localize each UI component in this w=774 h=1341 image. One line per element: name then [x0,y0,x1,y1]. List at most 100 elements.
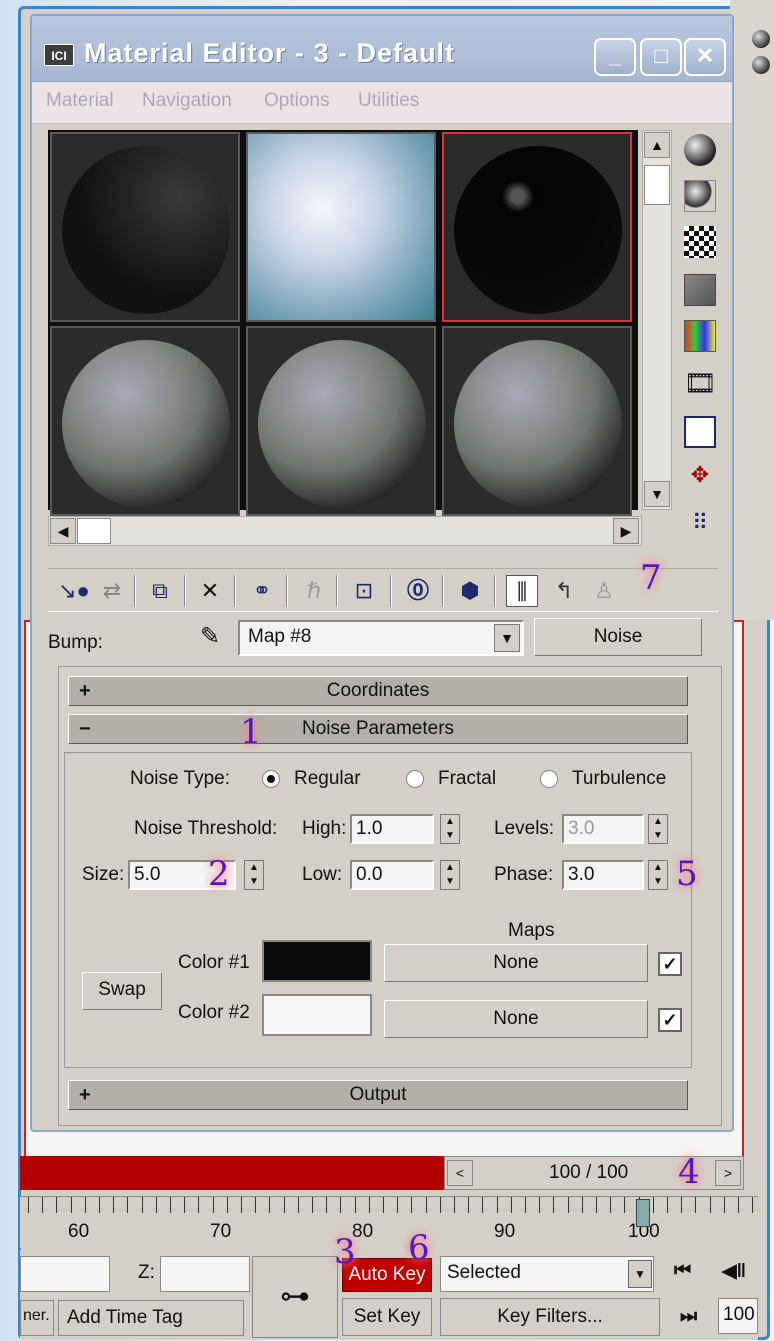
go-to-parent-icon[interactable]: ↰ [548,575,580,607]
frame-display: 100 / 100 [549,1162,629,1183]
add-time-tag-button[interactable]: Add Time Tag [58,1300,244,1336]
scroll-right-icon[interactable]: ▶ [613,518,639,544]
key-icon[interactable]: ⊶ [252,1256,338,1338]
coordinate-field[interactable] [20,1256,110,1292]
scroll-thumb[interactable] [77,518,111,544]
chevron-down-icon[interactable]: ▼ [494,624,520,652]
reset-map-icon[interactable]: ✕ [194,575,226,607]
title-bar[interactable]: ICI Material Editor - 3 - Default _ □ ✕ [32,16,732,82]
close-button[interactable]: ✕ [684,38,726,76]
minimize-button[interactable]: _ [594,38,636,76]
sample-slot-2[interactable] [246,132,436,322]
put-to-library-icon[interactable]: ℏ [298,575,330,607]
sample-type-sphere-icon[interactable] [684,134,716,166]
sample-slot-3-active[interactable] [442,132,632,322]
levels-spinner[interactable]: ▲ ▼ [648,814,668,844]
go-to-start-icon[interactable]: ⏮ [674,1260,691,1282]
effects-channel-icon[interactable]: ⓪ [402,575,434,607]
rollout-coordinates[interactable]: + Coordinates [68,676,688,706]
right-panel-strip [730,0,774,620]
previous-key-icon[interactable]: ◀ǁ [722,1260,746,1283]
ruler-tick [127,1197,129,1213]
high-spinner[interactable]: ▲ ▼ [440,814,460,844]
current-frame-field[interactable]: 100 [718,1298,758,1334]
background-checker-icon[interactable] [684,226,716,258]
phase-input[interactable]: 3.0 [562,860,644,890]
noise-type-fractal-radio[interactable] [406,770,424,788]
annotation-4: 4 [678,1152,700,1192]
sphere-icon[interactable] [752,56,770,74]
material-map-navigator-icon[interactable]: ⠿ [684,510,716,542]
make-unique-icon[interactable]: ⚭ [246,575,278,607]
slots-horizontal-scrollbar[interactable]: ◀ ▶ [48,516,642,546]
menu-material[interactable]: Material [46,90,114,112]
slots-vertical-scrollbar[interactable]: ▲ ▼ [642,130,672,510]
color1-map-checkbox[interactable]: ✓ [658,952,682,976]
map-type-button[interactable]: Noise [534,618,702,656]
chevron-down-icon[interactable]: ▼ [628,1260,652,1288]
rollout-output[interactable]: + Output [68,1080,688,1110]
set-key-button[interactable]: Set Key [342,1298,432,1336]
time-marker[interactable] [636,1199,650,1227]
color2-swatch[interactable] [262,994,372,1036]
low-input[interactable]: 0.0 [350,860,434,890]
high-input[interactable]: 1.0 [350,814,434,844]
phase-spinner[interactable]: ▲ ▼ [648,860,668,890]
ruler-tick [84,1197,86,1213]
menu-utilities[interactable]: Utilities [358,90,419,112]
scroll-thumb[interactable] [644,165,670,205]
levels-input[interactable]: 3.0 [562,814,644,844]
options-icon[interactable] [684,416,716,448]
go-to-end-icon[interactable]: ⏭ [680,1306,697,1328]
show-map-in-viewport-icon[interactable]: ⬢ [454,575,486,607]
sample-slot-6[interactable] [442,326,632,516]
z-coordinate-field[interactable] [160,1256,250,1292]
noise-type-fractal-label: Fractal [438,768,497,789]
annotation-7: 7 [640,558,662,598]
select-by-material-icon[interactable]: ✥ [684,462,716,494]
noise-type-turbulence-radio[interactable] [540,770,558,788]
sphere-icon[interactable] [752,30,770,48]
show-end-result-icon[interactable]: ⫼ [506,575,538,607]
menu-navigation[interactable]: Navigation [142,90,232,112]
scroll-up-icon[interactable]: ▲ [644,132,670,158]
ruler-tick [425,1197,427,1213]
sample-slot-4[interactable] [50,326,240,516]
put-to-scene-icon[interactable]: ⇄ [96,575,128,607]
assign-to-selection-icon[interactable]: ⧉ [144,575,176,607]
go-forward-to-sibling-icon[interactable]: ♙ [588,575,620,607]
make-preview-icon[interactable]: 🎞 [684,368,717,400]
video-color-check-icon[interactable] [684,320,716,352]
menu-options[interactable]: Options [264,90,329,112]
prev-frame-icon[interactable]: < [447,1160,473,1186]
sample-uv-tiling-icon[interactable] [684,274,716,306]
low-spinner[interactable]: ▲ ▼ [440,860,460,890]
scroll-left-icon[interactable]: ◀ [50,518,76,544]
scroll-down-icon[interactable]: ▼ [644,481,670,507]
ruler-tick [297,1197,299,1213]
eyedropper-icon[interactable]: ✎ [194,622,226,654]
selection-set-select[interactable]: Selected [440,1256,654,1292]
sample-slot-1[interactable] [50,132,240,322]
map-name-field[interactable]: Map #8 [238,620,524,656]
material-effects-channel-icon[interactable]: ⊡ [348,575,380,607]
timeline-ruler[interactable]: 60 70 80 90 100 [20,1196,758,1248]
sample-slot-5[interactable] [246,326,436,516]
annotation-3: 3 [334,1232,356,1272]
get-material-icon[interactable]: ↘● [58,575,90,607]
noise-type-regular-radio[interactable] [262,770,280,788]
backlight-icon[interactable] [684,180,716,212]
swap-button[interactable]: Swap [82,972,162,1010]
tick-label: 90 [494,1221,516,1242]
key-filters-button[interactable]: Key Filters... [440,1298,660,1336]
ruler-tick [113,1197,115,1213]
color1-swatch[interactable] [262,940,372,982]
color1-map-button[interactable]: None [384,944,648,982]
next-frame-icon[interactable]: > [715,1160,741,1186]
maximize-button[interactable]: □ [640,38,682,76]
color2-map-checkbox[interactable]: ✓ [658,1008,682,1032]
size-spinner[interactable]: ▲ ▼ [244,860,264,890]
time-slider-track[interactable] [20,1156,444,1190]
color2-map-button[interactable]: None [384,1000,648,1038]
rollout-noise-parameters[interactable]: − Noise Parameters [68,714,688,744]
